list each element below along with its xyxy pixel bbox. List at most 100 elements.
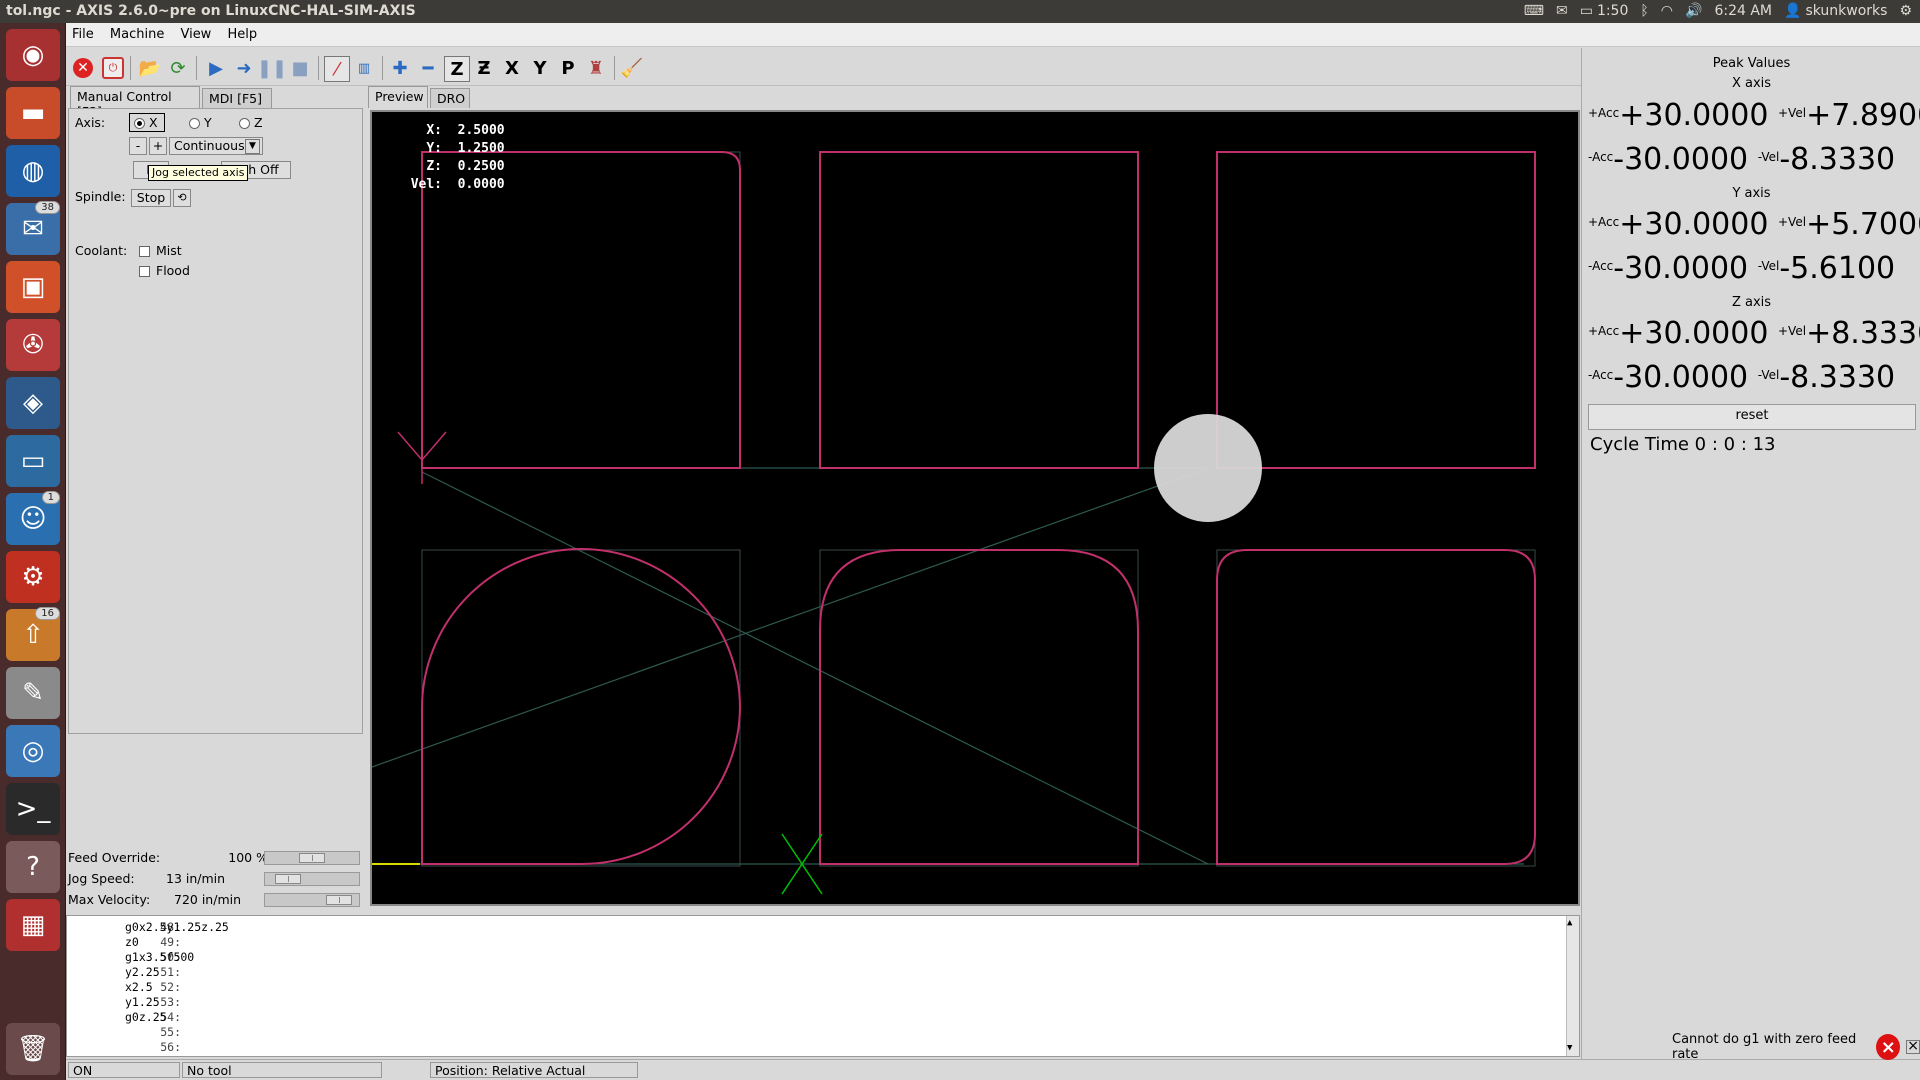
spindle-rotate-icon: ⟲ — [177, 191, 187, 204]
rapid-line — [372, 467, 1209, 768]
rotate-view-button[interactable]: ♜ — [584, 56, 608, 80]
error-notification: Cannot do g1 with zero feed rate × × — [1672, 1032, 1920, 1062]
help-icon[interactable]: ? — [6, 841, 60, 893]
view-perspective-button[interactable]: P — [556, 56, 580, 80]
view-z-button[interactable]: Z — [444, 56, 470, 82]
dash-home-icon[interactable]: ◉ — [6, 29, 60, 81]
keyboard-icon[interactable]: ⌨ — [1524, 3, 1544, 19]
battery-indicator[interactable]: ▭ 1:50 — [1580, 3, 1629, 19]
stop-button[interactable]: ■ — [288, 56, 312, 80]
scroll-up-icon[interactable]: ▲ — [1567, 916, 1572, 931]
optional-stop-toggle[interactable]: ▥ — [352, 56, 376, 80]
pause-button[interactable]: ❚❚ — [257, 56, 287, 80]
code-line[interactable]: 49: z0 — [67, 935, 1557, 950]
slider-thumb[interactable] — [299, 853, 325, 863]
open-file-button[interactable]: 📂 — [138, 56, 162, 80]
user-menu[interactable]: 👤 skunkworks — [1784, 3, 1887, 19]
mist-checkbox[interactable]: Mist — [139, 243, 182, 258]
close-icon[interactable]: × — [1906, 1039, 1920, 1054]
slider-thumb[interactable] — [275, 874, 301, 884]
code-line[interactable]: 53: y1.25 — [67, 995, 1557, 1010]
bluetooth-icon[interactable]: ᛒ — [1640, 3, 1648, 19]
axis-z-label: Z — [254, 115, 263, 130]
jog-plus-button[interactable]: + — [149, 137, 167, 155]
block-delete-toggle[interactable]: ⁄ — [324, 56, 350, 82]
spindle-direction-button[interactable]: ⟲ — [173, 189, 191, 207]
nvel-label: -Vel — [1757, 368, 1780, 382]
jog-mode-value: Continuous — [174, 138, 245, 153]
axis-z-radio[interactable]: Z — [239, 115, 263, 130]
firefox-icon[interactable]: ◍ — [6, 145, 60, 197]
virtualbox-icon[interactable]: ◈ — [6, 377, 60, 429]
linuxcnc-icon[interactable]: ⚙ — [6, 551, 60, 603]
menu-help[interactable]: Help — [221, 23, 263, 42]
tool-status: No tool — [182, 1062, 382, 1078]
volume-icon[interactable]: 🔊 — [1685, 3, 1702, 19]
thunderbird-icon[interactable]: ✉ 38 — [6, 201, 60, 255]
pacc-label: +Acc — [1588, 106, 1620, 120]
feed-moves — [421, 151, 1536, 865]
max-velocity-slider[interactable] — [264, 893, 360, 907]
clear-backplot-button[interactable]: 🧹 — [620, 56, 644, 80]
code-line[interactable]: 54: g0z.25 — [67, 1010, 1557, 1025]
axis-x-radio[interactable]: X — [129, 113, 165, 132]
jog-mode-select[interactable]: Continuous ▼ — [169, 137, 263, 155]
bin-icon: 🗑 — [16, 1034, 50, 1064]
feed-override-slider[interactable] — [264, 851, 360, 865]
axis-y-radio[interactable]: Y — [189, 115, 212, 130]
view-y-button[interactable]: Y — [528, 56, 552, 80]
axis-x-label: X — [149, 115, 158, 130]
remote-desktop-icon[interactable]: ▭ — [6, 435, 60, 487]
chat-icon[interactable]: ☺ 1 — [6, 491, 60, 545]
reload-button[interactable]: ⟳ — [166, 56, 190, 80]
machine-power-button[interactable]: ⏻ — [101, 56, 125, 80]
code-scrollbar[interactable]: ▲ ▼ — [1566, 916, 1579, 1056]
flood-checkbox[interactable]: Flood — [139, 263, 190, 278]
step-button[interactable]: ➜ — [232, 56, 256, 80]
menu-view[interactable]: View — [174, 23, 217, 42]
zoom-out-button[interactable]: ━ — [416, 56, 440, 80]
gcode-listing[interactable]: 48: g0x2.5y1.25z.25 49: z0 50: g1x3.5f500 51: y… — [66, 915, 1580, 1057]
clock[interactable]: 6:24 AM — [1714, 3, 1772, 19]
jog-speed-slider[interactable] — [264, 872, 360, 886]
toolpath-canvas[interactable] — [372, 112, 1578, 904]
view-z2-button[interactable]: Ƶ — [472, 56, 496, 80]
workspace-switcher-icon[interactable]: ▦ — [6, 899, 60, 951]
chromium-icon[interactable]: ◎ — [6, 725, 60, 777]
system-settings-icon[interactable]: ✇ — [6, 319, 60, 371]
menu-machine[interactable]: Machine — [104, 23, 170, 42]
globe-icon: ◍ — [21, 156, 45, 186]
line-number: 55: — [160, 1025, 181, 1039]
axis-label: Axis: — [75, 115, 106, 130]
toolpath-preview[interactable]: X: 2.5000 Y: 1.2500 Z: 0.2500 Vel: 0.000… — [370, 110, 1580, 906]
scroll-down-icon[interactable]: ▼ — [1567, 1041, 1572, 1056]
jog-minus-button[interactable]: - — [129, 137, 147, 155]
zoom-in-button[interactable]: ✚ — [388, 56, 412, 80]
code-line[interactable]: 56: — [67, 1040, 1557, 1055]
tab-dro[interactable]: DRO — [430, 88, 470, 108]
menu-file[interactable]: File — [66, 23, 100, 42]
code-line[interactable]: 51: y2.25 — [67, 965, 1557, 980]
store-icon[interactable]: ▣ — [6, 261, 60, 313]
tab-mdi[interactable]: MDI [F5] — [202, 88, 272, 108]
code-line[interactable]: 50: g1x3.5f500 — [67, 950, 1557, 965]
code-line[interactable]: 52: x2.5 — [67, 980, 1557, 995]
slider-thumb[interactable] — [326, 895, 352, 905]
reset-button[interactable]: reset — [1588, 404, 1916, 430]
files-icon[interactable]: ▬ — [6, 87, 60, 139]
wifi-icon[interactable]: ◠ — [1661, 3, 1673, 19]
code-line[interactable]: 48: g0x2.5y1.25z.25 — [67, 920, 1557, 935]
view-x-button[interactable]: X — [500, 56, 524, 80]
software-updater-icon[interactable]: ⇧ 16 — [6, 607, 60, 661]
estop-button[interactable]: ✕ — [71, 56, 95, 80]
spindle-stop-button[interactable]: Stop — [131, 189, 171, 207]
mail-icon[interactable]: ✉ — [1556, 3, 1568, 19]
terminal-icon[interactable]: >_ — [6, 783, 60, 835]
text-editor-icon[interactable]: ✎ — [6, 667, 60, 719]
session-gear-icon[interactable]: ⚙ — [1899, 3, 1912, 19]
tab-preview[interactable]: Preview — [368, 86, 428, 108]
code-line[interactable]: 55: — [67, 1025, 1557, 1040]
run-button[interactable]: ▶ — [204, 56, 228, 80]
tab-manual-control[interactable]: Manual Control [F3] — [70, 86, 200, 119]
trash-icon[interactable]: 🗑 — [6, 1023, 60, 1075]
